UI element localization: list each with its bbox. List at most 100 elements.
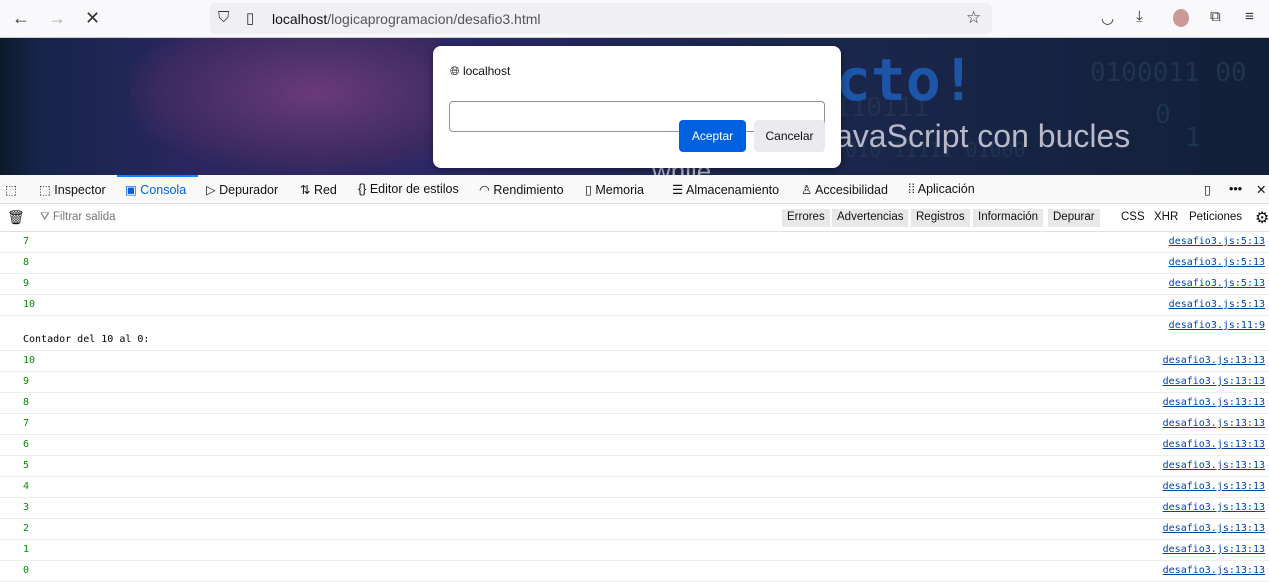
message-text: 4	[23, 481, 30, 492]
tab-console[interactable]: ▣ Consola	[125, 182, 186, 197]
dialog-host: localhost	[462, 64, 511, 78]
filter-errors[interactable]: Errores	[782, 209, 830, 227]
message-text: 5	[23, 460, 30, 471]
filter-info[interactable]: Información	[973, 209, 1044, 227]
source-link[interactable]: desafio3.js:13:13	[1163, 502, 1265, 513]
console-message: 0 desafio3.js:13:13	[0, 561, 1269, 582]
close-devtools-icon[interactable]: ✕	[1256, 182, 1266, 197]
console-message: 9 desafio3.js:5:13	[0, 274, 1269, 295]
message-text: 10	[23, 299, 36, 310]
accept-button[interactable]: Aceptar	[679, 120, 746, 152]
filter-css[interactable]: CSS	[1121, 211, 1145, 223]
binary-text: 1	[1185, 123, 1201, 153]
trash-icon[interactable]: 🗑︎	[7, 209, 25, 226]
url-path: /logicaprogramacion/desafio3.html	[327, 11, 541, 27]
binary-text: 0	[1155, 100, 1171, 130]
console-message: 9 desafio3.js:13:13	[0, 372, 1269, 393]
console-message: 4 desafio3.js:13:13	[0, 477, 1269, 498]
console-message: Contador del 10 al 0: desafio3.js:11:9	[0, 316, 1269, 351]
console-message: 10 desafio3.js:5:13	[0, 295, 1269, 316]
message-text: 9	[23, 376, 30, 387]
console-message: 10 desafio3.js:13:13	[0, 351, 1269, 372]
console-message: 8 desafio3.js:13:13	[0, 393, 1269, 414]
message-text: 3	[23, 502, 30, 513]
source-link[interactable]: desafio3.js:5:13	[1169, 278, 1265, 289]
message-text: 0	[23, 565, 30, 576]
source-link[interactable]: desafio3.js:11:9	[1169, 320, 1265, 331]
pocket-icon[interactable]: ◡	[1101, 9, 1114, 27]
message-text: 8	[23, 257, 30, 268]
tab-storage[interactable]: ☰ Almacenamiento	[672, 182, 779, 197]
extensions-icon[interactable]: ⧉	[1210, 8, 1221, 25]
avatar[interactable]	[1173, 9, 1189, 27]
console-message: 8 desafio3.js:5:13	[0, 253, 1269, 274]
source-link[interactable]: desafio3.js:13:13	[1163, 460, 1265, 471]
shield-icon[interactable]: ⛉	[218, 9, 229, 26]
source-link[interactable]: desafio3.js:13:13	[1163, 565, 1265, 576]
message-text: Contador del 10 al 0:	[23, 334, 150, 345]
filter-warnings[interactable]: Advertencias	[832, 209, 909, 227]
menu-icon[interactable]: ≡	[1245, 8, 1254, 25]
console-message: 7 desafio3.js:5:13	[0, 232, 1269, 253]
astronaut-image	[130, 38, 440, 175]
source-link[interactable]: desafio3.js:13:13	[1163, 544, 1265, 555]
source-link[interactable]: desafio3.js:5:13	[1169, 236, 1265, 247]
url-host: localhost	[272, 11, 328, 27]
cancel-button[interactable]: Cancelar	[754, 120, 825, 152]
globe-icon: 🌐︎	[450, 64, 460, 78]
source-link[interactable]: desafio3.js:13:13	[1163, 439, 1265, 450]
filter-logs[interactable]: Registros	[911, 209, 970, 227]
devtools-tabbar: ⬚ ⬚ Inspector ▣ Consola ▷ Depurador ⇅ Re…	[0, 175, 1269, 204]
address-bar[interactable]: ⛉ ▯ localhost/logicaprogramacion/desafio…	[210, 3, 992, 34]
message-text: 9	[23, 278, 30, 289]
console-filter-bar: 🗑︎ ⛛ Filtrar salida Errores Advertencias…	[0, 204, 1269, 232]
console-message: 7 desafio3.js:13:13	[0, 414, 1269, 435]
back-icon[interactable]: ←	[12, 8, 30, 29]
tab-performance[interactable]: ◠ Rendimiento	[479, 182, 564, 197]
element-picker-icon[interactable]: ⬚	[5, 182, 17, 197]
filter-debug[interactable]: Depurar	[1048, 209, 1100, 227]
source-link[interactable]: desafio3.js:13:13	[1163, 376, 1265, 387]
more-options-icon[interactable]: •••	[1229, 182, 1242, 196]
source-link[interactable]: desafio3.js:13:13	[1163, 481, 1265, 492]
forward-icon[interactable]: →	[48, 8, 66, 29]
stop-icon[interactable]: ✕	[85, 8, 100, 29]
message-text: 7	[23, 236, 30, 247]
message-text: 7	[23, 418, 30, 429]
source-link[interactable]: desafio3.js:5:13	[1169, 299, 1265, 310]
message-text: 6	[23, 439, 30, 450]
tab-inspector[interactable]: ⬚ Inspector	[39, 182, 106, 197]
filter-xhr[interactable]: XHR	[1154, 211, 1178, 223]
source-link[interactable]: desafio3.js:5:13	[1169, 257, 1265, 268]
console-message: 3 desafio3.js:13:13	[0, 498, 1269, 519]
tab-accessibility[interactable]: ♙ Accesibilidad	[801, 182, 888, 197]
message-text: 10	[23, 355, 36, 366]
console-message: 1 desafio3.js:13:13	[0, 540, 1269, 561]
tab-debugger[interactable]: ▷ Depurador	[206, 182, 278, 197]
message-text: 1	[23, 544, 30, 555]
page-heading: cto!	[836, 46, 976, 114]
source-link[interactable]: desafio3.js:13:13	[1163, 355, 1265, 366]
filter-input[interactable]: ⛛ Filtrar salida	[40, 211, 116, 224]
source-link[interactable]: desafio3.js:13:13	[1163, 523, 1265, 534]
settings-gear-icon[interactable]: ⚙	[1255, 208, 1269, 228]
source-link[interactable]: desafio3.js:13:13	[1163, 397, 1265, 408]
browser-toolbar: ← → ✕ ⛉ ▯ localhost/logicaprogramacion/d…	[0, 0, 1269, 38]
page-subheading: avaScript con bucles	[835, 118, 1131, 154]
page-icon: ▯	[246, 10, 255, 27]
source-link[interactable]: desafio3.js:13:13	[1163, 418, 1265, 429]
responsive-mode-icon[interactable]: ▯	[1204, 182, 1211, 197]
tab-application[interactable]: ⁞⁞ Aplicación	[908, 182, 975, 196]
bookmark-star-icon[interactable]: ☆	[966, 8, 981, 28]
tab-network[interactable]: ⇅ Red	[300, 182, 337, 197]
tab-style-editor[interactable]: {} Editor de estilos	[358, 182, 459, 196]
message-text: 8	[23, 397, 30, 408]
prompt-dialog: 🌐︎ localhost Aceptar Cancelar	[433, 46, 841, 168]
download-icon[interactable]: ⤓	[1136, 8, 1143, 25]
tab-memory[interactable]: ▯ Memoria	[585, 182, 644, 197]
message-text: 2	[23, 523, 30, 534]
console-message: 6 desafio3.js:13:13	[0, 435, 1269, 456]
console-message: 2 desafio3.js:13:13	[0, 519, 1269, 540]
filter-requests[interactable]: Peticiones	[1189, 211, 1242, 223]
binary-text: 0100011 00	[1090, 58, 1247, 88]
